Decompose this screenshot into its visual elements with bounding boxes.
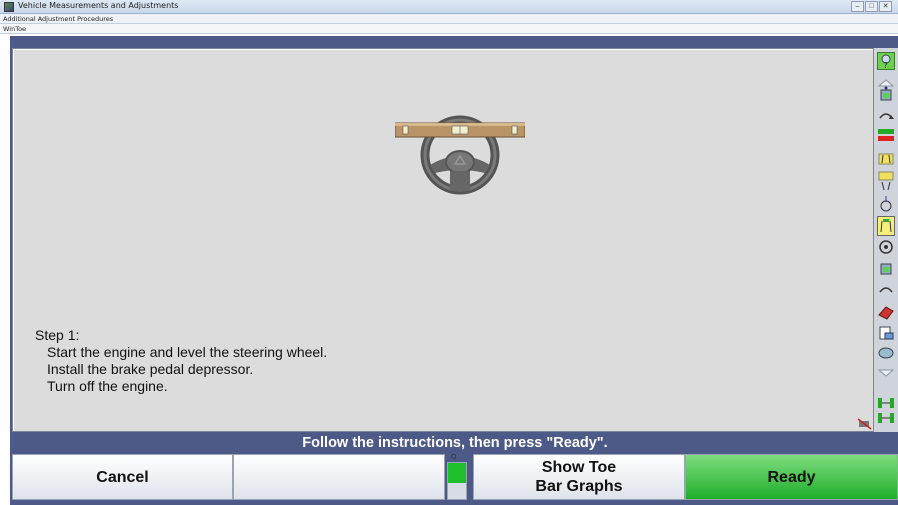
window-controls: – □ ✕	[850, 1, 892, 12]
minimize-button[interactable]: –	[851, 1, 864, 12]
sensor-off-icon[interactable]	[857, 417, 873, 430]
window-titlebar: Vehicle Measurements and Adjustments – □…	[0, 0, 898, 14]
maximize-button[interactable]: □	[865, 1, 878, 12]
scroll-down-icon[interactable]	[877, 364, 895, 377]
steering-wheel-level-image	[394, 107, 526, 207]
camber-rear-icon[interactable]	[877, 259, 895, 279]
steering-icon[interactable]	[877, 238, 895, 256]
help-icon[interactable]: ?	[877, 52, 895, 70]
status-message: Follow the instructions, then press "Rea…	[12, 432, 898, 454]
window-title: Vehicle Measurements and Adjustments	[18, 1, 179, 10]
blank-button[interactable]	[233, 454, 445, 500]
show-toe-label-line2: Bar Graphs	[535, 478, 623, 495]
print-icon[interactable]	[877, 324, 895, 342]
instruction-line: Turn off the engine.	[47, 378, 168, 394]
wintoe-icon[interactable]	[877, 216, 895, 236]
caster-rear-icon[interactable]	[877, 282, 895, 296]
eraser-icon[interactable]	[877, 303, 895, 321]
tools-icon[interactable]	[877, 345, 895, 361]
show-toe-bar-graphs-button[interactable]: Show Toe Bar Graphs	[473, 454, 685, 500]
show-toe-label-line1: Show Toe	[541, 459, 617, 476]
front-toe-icon[interactable]	[877, 148, 895, 168]
breadcrumb-wintoe: WinToe	[0, 24, 898, 34]
scroll-up-icon[interactable]	[877, 74, 895, 87]
close-button[interactable]: ✕	[879, 1, 892, 12]
instruction-line: Start the engine and level the steering …	[47, 344, 328, 360]
toe-measure-icon[interactable]	[877, 126, 895, 144]
instruction-line: Install the brake pedal depressor.	[47, 361, 254, 377]
instruction-panel: Step 1: Start the engine and level the s…	[12, 48, 874, 432]
app-icon	[4, 2, 14, 12]
wheel-sensor-icon[interactable]	[877, 396, 895, 426]
camber-icon[interactable]	[877, 85, 895, 105]
step-instructions: Step 1: Start the engine and level the s…	[35, 327, 327, 395]
function-button-row: Cancel Q Show Toe Bar Graphs Ready	[12, 453, 898, 500]
meter-label: Q	[451, 453, 457, 461]
ready-button[interactable]: Ready	[685, 454, 898, 500]
svg-text:?: ?	[884, 61, 888, 69]
breadcrumb-procedures: Additional Adjustment Procedures	[0, 14, 898, 24]
step-heading: Step 1:	[35, 327, 80, 343]
procedure-sidebar: ?	[874, 48, 898, 432]
signal-meter: Q	[446, 453, 473, 500]
caster-icon[interactable]	[877, 108, 895, 122]
meter-fill	[448, 463, 466, 483]
cancel-button[interactable]: Cancel	[12, 454, 233, 500]
meter-track	[447, 462, 467, 500]
thrust-icon[interactable]	[877, 194, 895, 214]
rear-toe-icon[interactable]	[877, 170, 895, 192]
